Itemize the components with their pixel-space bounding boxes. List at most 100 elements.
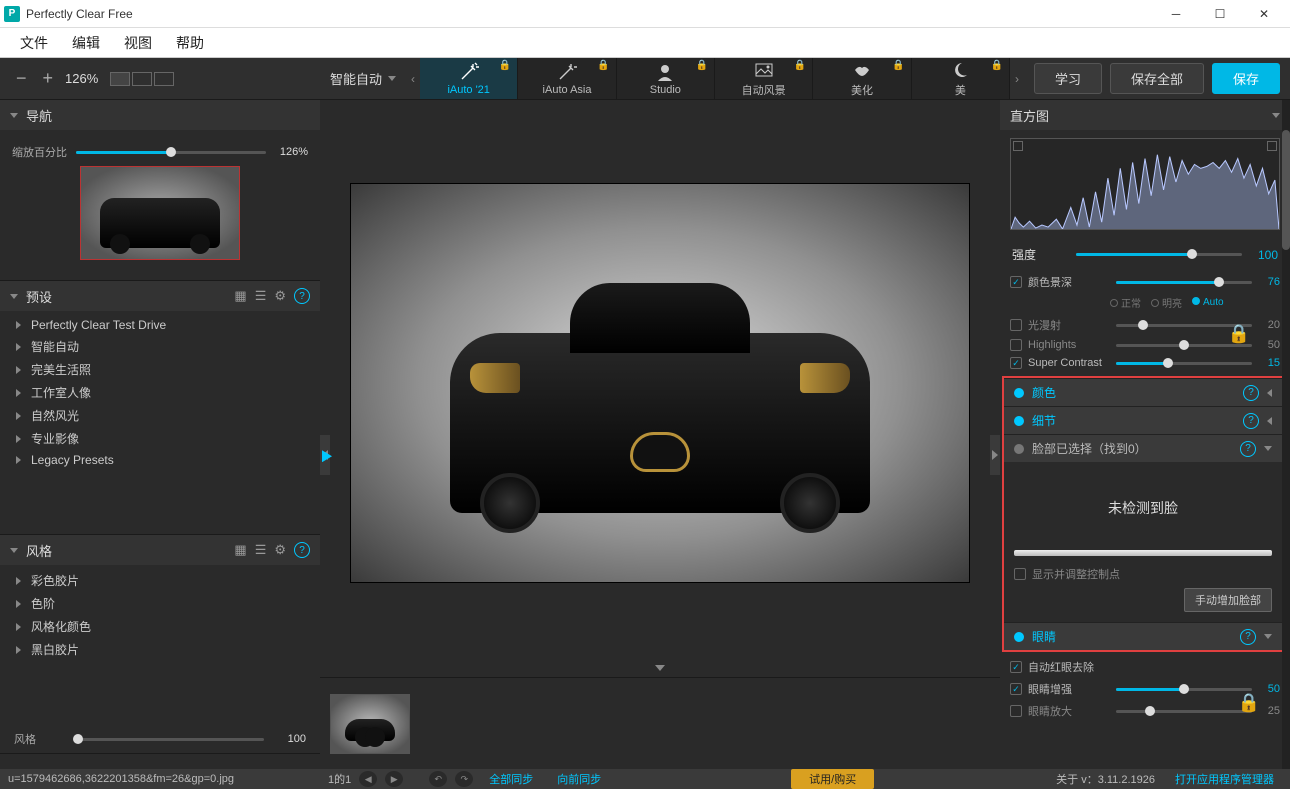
prev-image-button[interactable]: ◀ [359,771,377,787]
checkbox[interactable] [1010,339,1022,351]
checkbox[interactable] [1010,661,1022,673]
zoom-in-button[interactable]: + [39,68,58,89]
canvas-area[interactable] [320,100,1000,665]
section-detail[interactable]: 细节 ? [1004,406,1282,434]
adj-slider[interactable] [1116,281,1252,284]
section-eye[interactable]: 眼睛 ? [1004,622,1282,650]
view-mode-split-h[interactable] [154,72,174,86]
preset-list-item[interactable]: Legacy Presets [0,450,320,470]
help-icon[interactable]: ? [1243,413,1259,429]
adj-slider[interactable] [1116,688,1252,691]
view-mode-single[interactable] [110,72,130,86]
help-icon[interactable]: ? [1240,441,1256,457]
intensity-slider[interactable] [1076,253,1242,256]
open-app-manager-link[interactable]: 打开应用程序管理器 [1167,771,1282,787]
next-image-button[interactable]: ▶ [385,771,403,787]
smart-auto-dropdown[interactable]: 智能自动 [320,69,406,88]
histogram-chart [1010,138,1280,230]
preset-strip-next[interactable]: › [1010,72,1024,86]
close-button[interactable]: ✕ [1242,0,1286,28]
checkbox[interactable] [1010,319,1022,331]
help-icon[interactable]: ? [1240,629,1256,645]
checkbox[interactable] [1010,276,1022,288]
filmstrip-thumbnail[interactable] [330,694,410,754]
adj-slider[interactable] [1116,362,1252,365]
menu-view[interactable]: 视图 [112,29,164,57]
navigator-header[interactable]: 导航 [0,100,320,130]
add-face-button[interactable]: 手动增加脸部 [1184,588,1272,612]
list-view-icon[interactable]: ☰ [255,542,267,558]
help-icon[interactable]: ? [1243,385,1259,401]
histogram-header[interactable]: 直方图 [1000,100,1290,130]
help-icon[interactable]: ? [294,542,310,558]
status-bar: u=1579462686,3622201358&fm=26&gp=0.jpg 1… [0,769,1290,789]
minimize-button[interactable]: ─ [1154,0,1198,28]
list-view-icon[interactable]: ☰ [255,288,267,304]
checkbox[interactable] [1010,705,1022,717]
sync-all-button[interactable]: 全部同步 [481,771,541,787]
grid-view-icon[interactable]: ▦ [234,288,246,304]
zoom-controls: − + 126% [0,68,320,89]
chevron-down-icon [1264,634,1272,639]
preset-beautify[interactable]: 🔒 美化 [813,58,911,99]
preset-list-item[interactable]: 自然风光 [0,404,320,427]
style-list-item[interactable]: 黑白胶片 [0,638,320,661]
style-slider[interactable] [78,738,264,741]
chevron-right-icon [16,577,21,585]
menu-edit[interactable]: 编辑 [60,29,112,57]
preset-iauto21[interactable]: 🔒 iAuto '21 [420,58,518,99]
styles-header[interactable]: 风格 ▦ ☰ ⚙ ? [0,535,320,565]
style-list-item[interactable]: 彩色胶片 [0,569,320,592]
preset-label: 美 [955,82,966,98]
maximize-button[interactable]: ☐ [1198,0,1242,28]
checkbox[interactable] [1010,683,1022,695]
save-all-button[interactable]: 保存全部 [1110,63,1204,94]
presets-header[interactable]: 预设 ▦ ☰ ⚙ ? [0,281,320,311]
preset-list-item[interactable]: 工作室人像 [0,381,320,404]
undo-button[interactable]: ↶ [429,771,447,787]
highlighted-region: 颜色 ? 细节 ? 脸部已选择（找到0） ? 未检测到脸 [1002,376,1284,652]
preset-list-item[interactable]: Perfectly Clear Test Drive [0,315,320,335]
mode-bright[interactable]: 明亮 [1151,295,1182,310]
zoom-out-button[interactable]: − [12,68,31,89]
preset-list-item[interactable]: 专业影像 [0,427,320,450]
presets-panel: 预设 ▦ ☰ ⚙ ? Perfectly Clear Test Drive智能自… [0,281,320,535]
style-list-item[interactable]: 风格化颜色 [0,615,320,638]
help-icon[interactable]: ? [294,288,310,304]
preset-beauty2[interactable]: 🔒 美 [912,58,1010,99]
filmstrip-toggle[interactable] [320,665,1000,677]
portrait-icon [655,62,675,82]
checkbox[interactable] [1010,357,1022,369]
moon-icon [950,60,970,80]
sync-forward-button[interactable]: 向前同步 [549,771,609,787]
mode-auto[interactable]: Auto [1192,297,1224,308]
preset-list-item[interactable]: 完美生活照 [0,358,320,381]
menu-help[interactable]: 帮助 [164,29,216,57]
preset-list-item[interactable]: 智能自动 [0,335,320,358]
navigator-thumbnail[interactable] [80,166,240,260]
learn-button[interactable]: 学习 [1034,63,1102,94]
preset-studio[interactable]: 🔒 Studio [617,58,715,99]
view-mode-split-v[interactable] [132,72,152,86]
chevron-left-icon [1267,417,1272,425]
preset-strip-prev[interactable]: ‹ [406,72,420,86]
redo-button[interactable]: ↷ [455,771,473,787]
face-not-detected-msg: 未检测到脸 [1014,472,1272,544]
save-button[interactable]: 保存 [1212,63,1280,94]
style-list-item[interactable]: 色阶 [0,592,320,615]
gear-icon[interactable]: ⚙ [274,288,286,304]
menu-file[interactable]: 文件 [8,29,60,57]
try-buy-button[interactable]: 试用/购买 [791,769,874,789]
adj-slider[interactable] [1116,710,1252,713]
checkbox[interactable] [1014,568,1026,580]
preset-iauto-asia[interactable]: 🔒 iAuto Asia [518,58,616,99]
section-color[interactable]: 颜色 ? [1004,378,1282,406]
wand-icon [459,62,479,82]
zoom-slider[interactable] [76,151,266,154]
preset-landscape[interactable]: 🔒 自动风景 [715,58,813,99]
grid-view-icon[interactable]: ▦ [234,542,246,558]
gear-icon[interactable]: ⚙ [274,542,286,558]
section-face[interactable]: 脸部已选择（找到0） ? [1004,434,1282,462]
mode-normal[interactable]: 正常 [1110,295,1141,310]
chevron-right-icon [16,366,21,374]
